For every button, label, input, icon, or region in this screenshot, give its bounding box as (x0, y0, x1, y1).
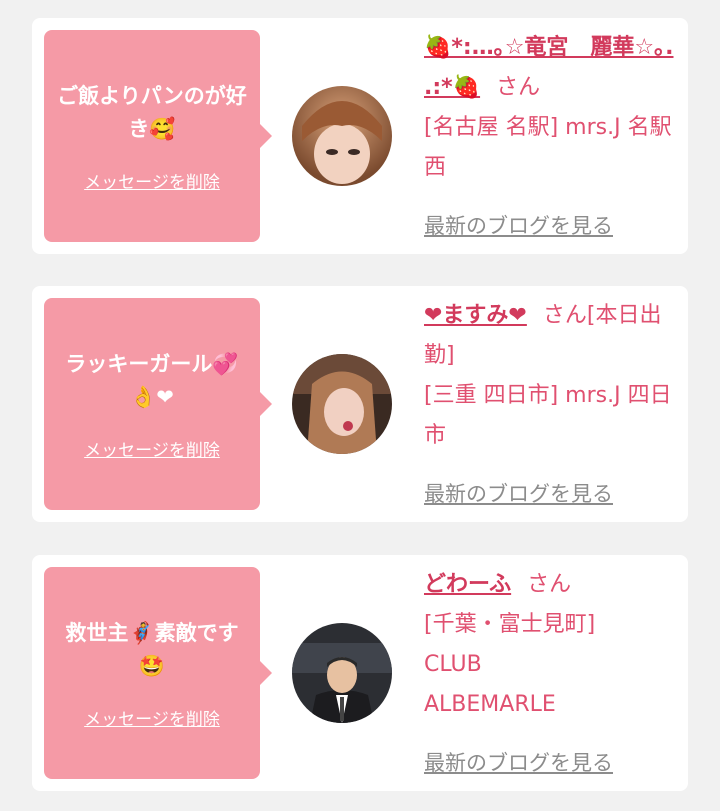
honorific: さん (527, 572, 572, 597)
avatar-photo (292, 623, 392, 723)
delete-message-link[interactable]: メッセージを削除 (84, 436, 220, 461)
profile-name-link[interactable]: ❤ますみ❤ (424, 303, 527, 328)
profile-info: どわーふ さん [千葉・富士見町] CLUB ALBEMARLE (424, 565, 608, 725)
profile-info: 🍓*:…｡☆竜宮 麗華☆｡. .:*🍓 さん [名古屋 名駅] mrs.J 名駅西 (424, 28, 674, 188)
blog-link[interactable]: 最新のブログを見る (424, 478, 613, 508)
delete-message-link[interactable]: メッセージを削除 (84, 705, 220, 730)
message-text: ラッキーガール💞👌❤ (65, 351, 239, 409)
message-bubble: ラッキーガール💞👌❤ メッセージを削除 (44, 298, 272, 510)
avatar[interactable] (292, 86, 392, 186)
location-text: [千葉・富士見町] CLUB ALBEMARLE (424, 612, 596, 717)
message-card: ラッキーガール💞👌❤ メッセージを削除 ❤ますみ❤ さん[本日出勤] [三重 四日… (32, 286, 688, 522)
message-bubble: ご飯よりパンのが好き🥰 メッセージを削除 (44, 30, 272, 242)
blog-link[interactable]: 最新のブログを見る (424, 747, 613, 777)
message-text: 救世主🦸素敵です🤩 (65, 620, 239, 678)
message-bubble: 救世主🦸素敵です🤩 メッセージを削除 (44, 567, 272, 779)
profile-info: ❤ますみ❤ さん[本日出勤] [三重 四日市] mrs.J 四日市 (424, 296, 674, 456)
avatar-photo (292, 86, 392, 186)
profile-name-link[interactable]: どわーふ (424, 572, 511, 597)
avatar-photo (292, 354, 392, 454)
location-text: [三重 四日市] mrs.J 四日市 (424, 383, 672, 448)
honorific: さん (496, 75, 541, 100)
blog-link[interactable]: 最新のブログを見る (424, 210, 613, 240)
message-text: ご飯よりパンのが好き🥰 (57, 83, 247, 141)
message-card: 救世主🦸素敵です🤩 メッセージを削除 どわーふ さん [千葉・富士見町] CLUB… (32, 555, 688, 791)
location-text: [名古屋 名駅] mrs.J 名駅西 (424, 115, 672, 180)
message-card: ご飯よりパンのが好き🥰 メッセージを削除 🍓*:…｡☆竜宮 麗華☆｡. .:*🍓… (32, 18, 688, 254)
avatar[interactable] (292, 354, 392, 454)
profile-name-link[interactable]: 🍓*:…｡☆竜宮 麗華☆｡. .:*🍓 (424, 35, 674, 100)
avatar[interactable] (292, 623, 392, 723)
delete-message-link[interactable]: メッセージを削除 (84, 168, 220, 193)
